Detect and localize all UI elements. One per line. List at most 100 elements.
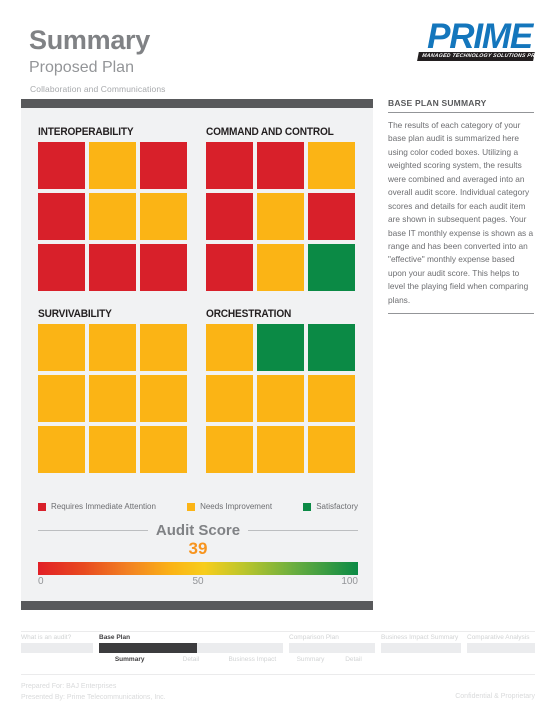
grid-cell[interactable] xyxy=(38,426,85,473)
sidebar-title: BASE PLAN SUMMARY xyxy=(388,98,487,108)
nav-divider-bottom xyxy=(21,674,535,675)
legend-label: Satisfactory xyxy=(316,502,358,511)
audit-score-gradient-bar xyxy=(38,561,358,575)
category-grid xyxy=(206,324,356,473)
grid-cell[interactable] xyxy=(140,324,187,371)
legend-swatch-green xyxy=(303,502,312,511)
prime-logo: PRIME MANAGED TECHNOLOGY SOLUTIONS PROVI… xyxy=(402,18,556,70)
category-grid xyxy=(206,142,356,291)
legend-swatch-red xyxy=(38,502,46,511)
nav-track-fill xyxy=(99,643,197,653)
grid-cell[interactable] xyxy=(206,375,253,422)
legend-item-needs-improvement: Needs Improvement xyxy=(187,502,272,511)
category-orchestration: ORCHESTRATION xyxy=(206,308,356,473)
footer-prepared-for: Prepared For: BAJ Enterprises xyxy=(21,683,117,690)
category-survivability: SURVIVABILITY xyxy=(38,308,188,473)
nav-subitems: Summary Detail xyxy=(289,656,375,663)
grid-cell[interactable] xyxy=(308,193,355,240)
axis-tick-min: 0 xyxy=(38,575,44,587)
panel-bar-bottom xyxy=(21,601,373,610)
grid-cell[interactable] xyxy=(89,324,136,371)
grid-cell[interactable] xyxy=(38,244,85,291)
sidebar-base-plan-summary: BASE PLAN SUMMARY The results of each ca… xyxy=(388,98,534,315)
nav-group-comparison-plan[interactable]: Comparison Plan Summary Detail xyxy=(289,634,375,663)
category-grid xyxy=(38,142,188,291)
page-subtitle: Proposed Plan xyxy=(29,59,134,76)
grid-cell[interactable] xyxy=(89,375,136,422)
grid-cell[interactable] xyxy=(140,193,187,240)
nav-group-comparative-analysis[interactable]: Comparative Analysis xyxy=(467,634,535,653)
grid-cell[interactable] xyxy=(140,426,187,473)
nav-track[interactable] xyxy=(21,643,93,653)
nav-subitem-summary[interactable]: Summary xyxy=(289,656,332,663)
grid-cell[interactable] xyxy=(257,375,304,422)
axis-tick-mid: 50 xyxy=(192,575,204,587)
grid-cell[interactable] xyxy=(308,426,355,473)
audit-score-axis: 0 50 100 xyxy=(38,576,358,590)
nav-group-what-is-an-audit[interactable]: What is an audit? xyxy=(21,634,93,653)
category-title: ORCHESTRATION xyxy=(206,308,292,320)
audit-score-heading: Audit Score xyxy=(155,522,241,539)
grid-cell[interactable] xyxy=(38,324,85,371)
grid-cell[interactable] xyxy=(140,142,187,189)
legend-item-requires-immediate-attention: Requires Immediate Attention xyxy=(38,502,156,511)
category-title: INTEROPERABILITY xyxy=(38,126,134,138)
audit-score-heading-row: Audit Score xyxy=(38,522,358,539)
page-header: Summary Proposed Plan Collaboration and … xyxy=(0,0,556,95)
category-title: SURVIVABILITY xyxy=(38,308,112,320)
grid-cell[interactable] xyxy=(257,324,304,371)
grid-cell[interactable] xyxy=(257,142,304,189)
grid-cell[interactable] xyxy=(206,324,253,371)
nav-subitem-summary[interactable]: Summary xyxy=(99,656,160,663)
grid-cell[interactable] xyxy=(308,244,355,291)
nav-track[interactable] xyxy=(99,643,283,653)
legend-label: Requires Immediate Attention xyxy=(51,502,156,511)
sidebar-divider-bottom xyxy=(388,313,534,315)
footer-presented-by: Presented By: Prime Telecommunications, … xyxy=(21,693,166,701)
grid-cell[interactable] xyxy=(89,142,136,189)
panel-body: INTEROPERABILITY COMMAND AND CONTROL SUR… xyxy=(21,108,373,601)
nav-group-label: Comparison Plan xyxy=(289,634,339,641)
nav-subitem-detail[interactable]: Detail xyxy=(332,656,375,663)
grid-cell[interactable] xyxy=(89,244,136,291)
sidebar-body-text: The results of each category of your bas… xyxy=(388,120,534,305)
nav-track[interactable] xyxy=(467,643,535,653)
grid-cell[interactable] xyxy=(89,193,136,240)
category-grid xyxy=(38,324,188,473)
grid-cell[interactable] xyxy=(38,375,85,422)
category-interoperability: INTEROPERABILITY xyxy=(38,126,188,291)
grid-cell[interactable] xyxy=(38,193,85,240)
nav-track[interactable] xyxy=(289,643,375,653)
grid-cell[interactable] xyxy=(308,142,355,189)
grid-cell[interactable] xyxy=(140,244,187,291)
footer-left: Prepared For: BAJ Enterprises Presented … xyxy=(21,682,166,704)
nav-subitem-business-impact[interactable]: Business Impact xyxy=(222,656,283,663)
grid-cell[interactable] xyxy=(140,375,187,422)
footer-confidential: Confidential & Proprietary xyxy=(455,693,535,700)
summary-panel: INTEROPERABILITY COMMAND AND CONTROL SUR… xyxy=(21,99,373,610)
grid-cell[interactable] xyxy=(206,426,253,473)
divider-right xyxy=(248,530,358,531)
nav-track[interactable] xyxy=(381,643,461,653)
category-title: COMMAND AND CONTROL xyxy=(206,126,334,138)
grid-cell[interactable] xyxy=(308,324,355,371)
grid-cell[interactable] xyxy=(38,142,85,189)
sidebar-divider-top xyxy=(388,112,534,113)
logo-tagline-bar: MANAGED TECHNOLOGY SOLUTIONS PROVIDER xyxy=(417,52,556,61)
nav-group-label: Base Plan xyxy=(99,634,131,641)
audit-score-value: 39 xyxy=(188,539,208,558)
audit-score-block: Audit Score 39 0 50 100 xyxy=(38,522,358,590)
grid-cell[interactable] xyxy=(308,375,355,422)
grid-cell[interactable] xyxy=(206,142,253,189)
nav-group-label: Business Impact Summary xyxy=(381,634,459,641)
grid-cell[interactable] xyxy=(206,193,253,240)
nav-group-base-plan[interactable]: Base Plan Summary Detail Business Impact xyxy=(99,634,283,663)
grid-cell[interactable] xyxy=(89,426,136,473)
nav-subitem-detail[interactable]: Detail xyxy=(160,656,221,663)
grid-cell[interactable] xyxy=(257,244,304,291)
grid-cell[interactable] xyxy=(257,426,304,473)
page-caption: Collaboration and Communications xyxy=(30,83,166,94)
nav-group-business-impact-summary[interactable]: Business Impact Summary xyxy=(381,634,461,653)
grid-cell[interactable] xyxy=(206,244,253,291)
grid-cell[interactable] xyxy=(257,193,304,240)
